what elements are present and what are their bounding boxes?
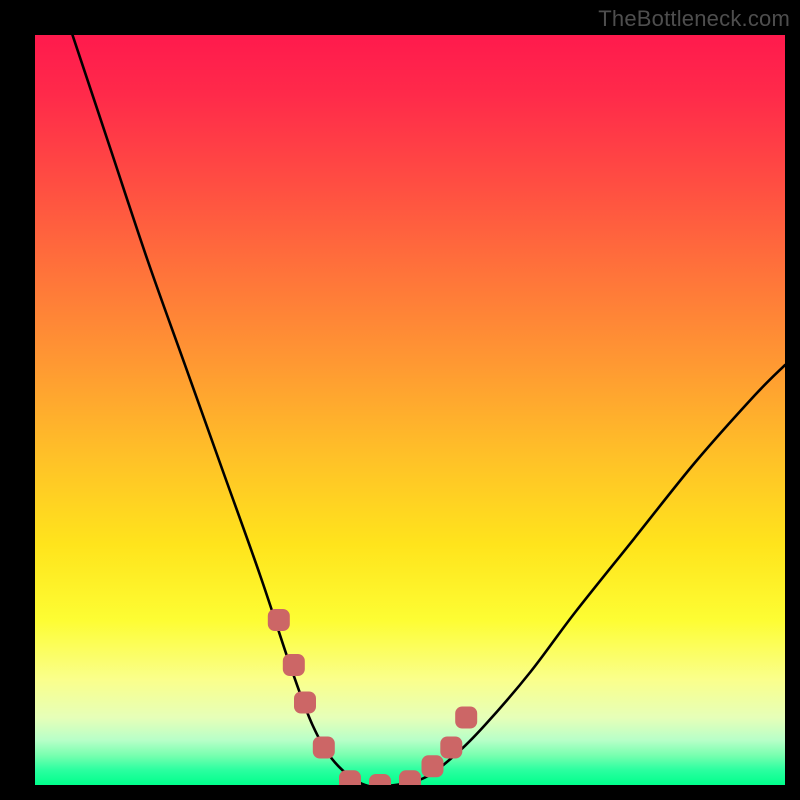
highlighted-point (422, 755, 444, 777)
chart-frame: TheBottleneck.com (0, 0, 800, 800)
highlighted-point (283, 654, 305, 676)
highlighted-point (455, 707, 477, 729)
highlighted-point (268, 609, 290, 631)
watermark-text: TheBottleneck.com (598, 6, 790, 32)
highlighted-point (399, 770, 421, 785)
highlighted-point (339, 770, 361, 785)
chart-svg (35, 35, 785, 785)
plot-area (35, 35, 785, 785)
highlighted-point (440, 737, 462, 759)
highlighted-point (313, 737, 335, 759)
highlighted-point (294, 692, 316, 714)
highlighted-points-group (268, 609, 477, 785)
highlighted-point (369, 774, 391, 785)
bottleneck-curve (73, 35, 786, 785)
